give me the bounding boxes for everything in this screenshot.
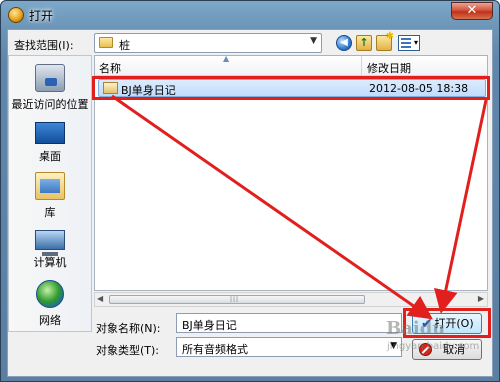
- folder-icon: [99, 37, 113, 48]
- lookin-dropdown[interactable]: 桩 ▼: [94, 33, 322, 53]
- title-bar[interactable]: 打开 ✕: [1, 1, 499, 29]
- place-label: 库: [44, 206, 56, 219]
- app-icon: [8, 7, 24, 23]
- column-date[interactable]: 修改日期: [367, 60, 411, 76]
- place-desktop[interactable]: 桌面: [9, 118, 91, 164]
- close-button[interactable]: ✕: [451, 2, 493, 20]
- place-computer[interactable]: 计算机: [9, 226, 91, 270]
- libraries-icon: [35, 172, 65, 200]
- object-type-select[interactable]: 所有音频格式 ▼: [176, 337, 402, 357]
- highlight-box-file: [92, 76, 490, 100]
- scroll-right-icon[interactable]: ▶: [478, 294, 484, 303]
- column-header: ▲ 名称 修改日期: [95, 54, 487, 76]
- horizontal-scrollbar[interactable]: ◀ ||| ▶: [94, 292, 488, 307]
- places-bar: 最近访问的位置 桌面 库 计算机 网络: [8, 55, 92, 332]
- watermark-url: jingyan.baidu.com: [387, 341, 480, 352]
- watermark-logo: Baidu: [386, 318, 446, 339]
- object-type-value: 所有音频格式: [182, 343, 248, 356]
- column-divider[interactable]: [361, 56, 362, 75]
- object-type-label: 对象类型(T):: [96, 344, 160, 357]
- place-network[interactable]: 网络: [9, 280, 91, 328]
- scroll-left-icon[interactable]: ◀: [97, 294, 103, 303]
- lookin-label: 查找范围(I):: [14, 39, 74, 52]
- lookin-value: 桩: [119, 39, 130, 52]
- place-libraries[interactable]: 库: [9, 172, 91, 220]
- sort-arrow-icon: ▲: [223, 54, 230, 63]
- column-name[interactable]: 名称: [99, 60, 121, 76]
- object-name-label: 对象名称(N):: [96, 322, 161, 335]
- place-label: 计算机: [33, 256, 67, 269]
- new-folder-icon[interactable]: ✱: [376, 31, 394, 51]
- place-recent[interactable]: 最近访问的位置: [9, 64, 91, 112]
- window-title: 打开: [29, 9, 54, 23]
- desktop-icon: [35, 122, 65, 144]
- up-folder-icon[interactable]: ↑: [356, 35, 372, 51]
- back-icon[interactable]: ◀: [336, 35, 352, 51]
- network-icon: [36, 280, 64, 308]
- object-name-input[interactable]: BJ单身日记: [176, 313, 402, 333]
- view-menu-icon[interactable]: ▾: [398, 35, 420, 51]
- computer-icon: [35, 230, 65, 256]
- place-label: 网络: [39, 314, 61, 327]
- scroll-thumb[interactable]: |||: [109, 295, 365, 304]
- chevron-down-icon[interactable]: ▼: [310, 36, 317, 46]
- recent-places-icon: [35, 64, 65, 92]
- place-label: 最近访问的位置: [11, 98, 89, 111]
- place-label: 桌面: [39, 150, 61, 163]
